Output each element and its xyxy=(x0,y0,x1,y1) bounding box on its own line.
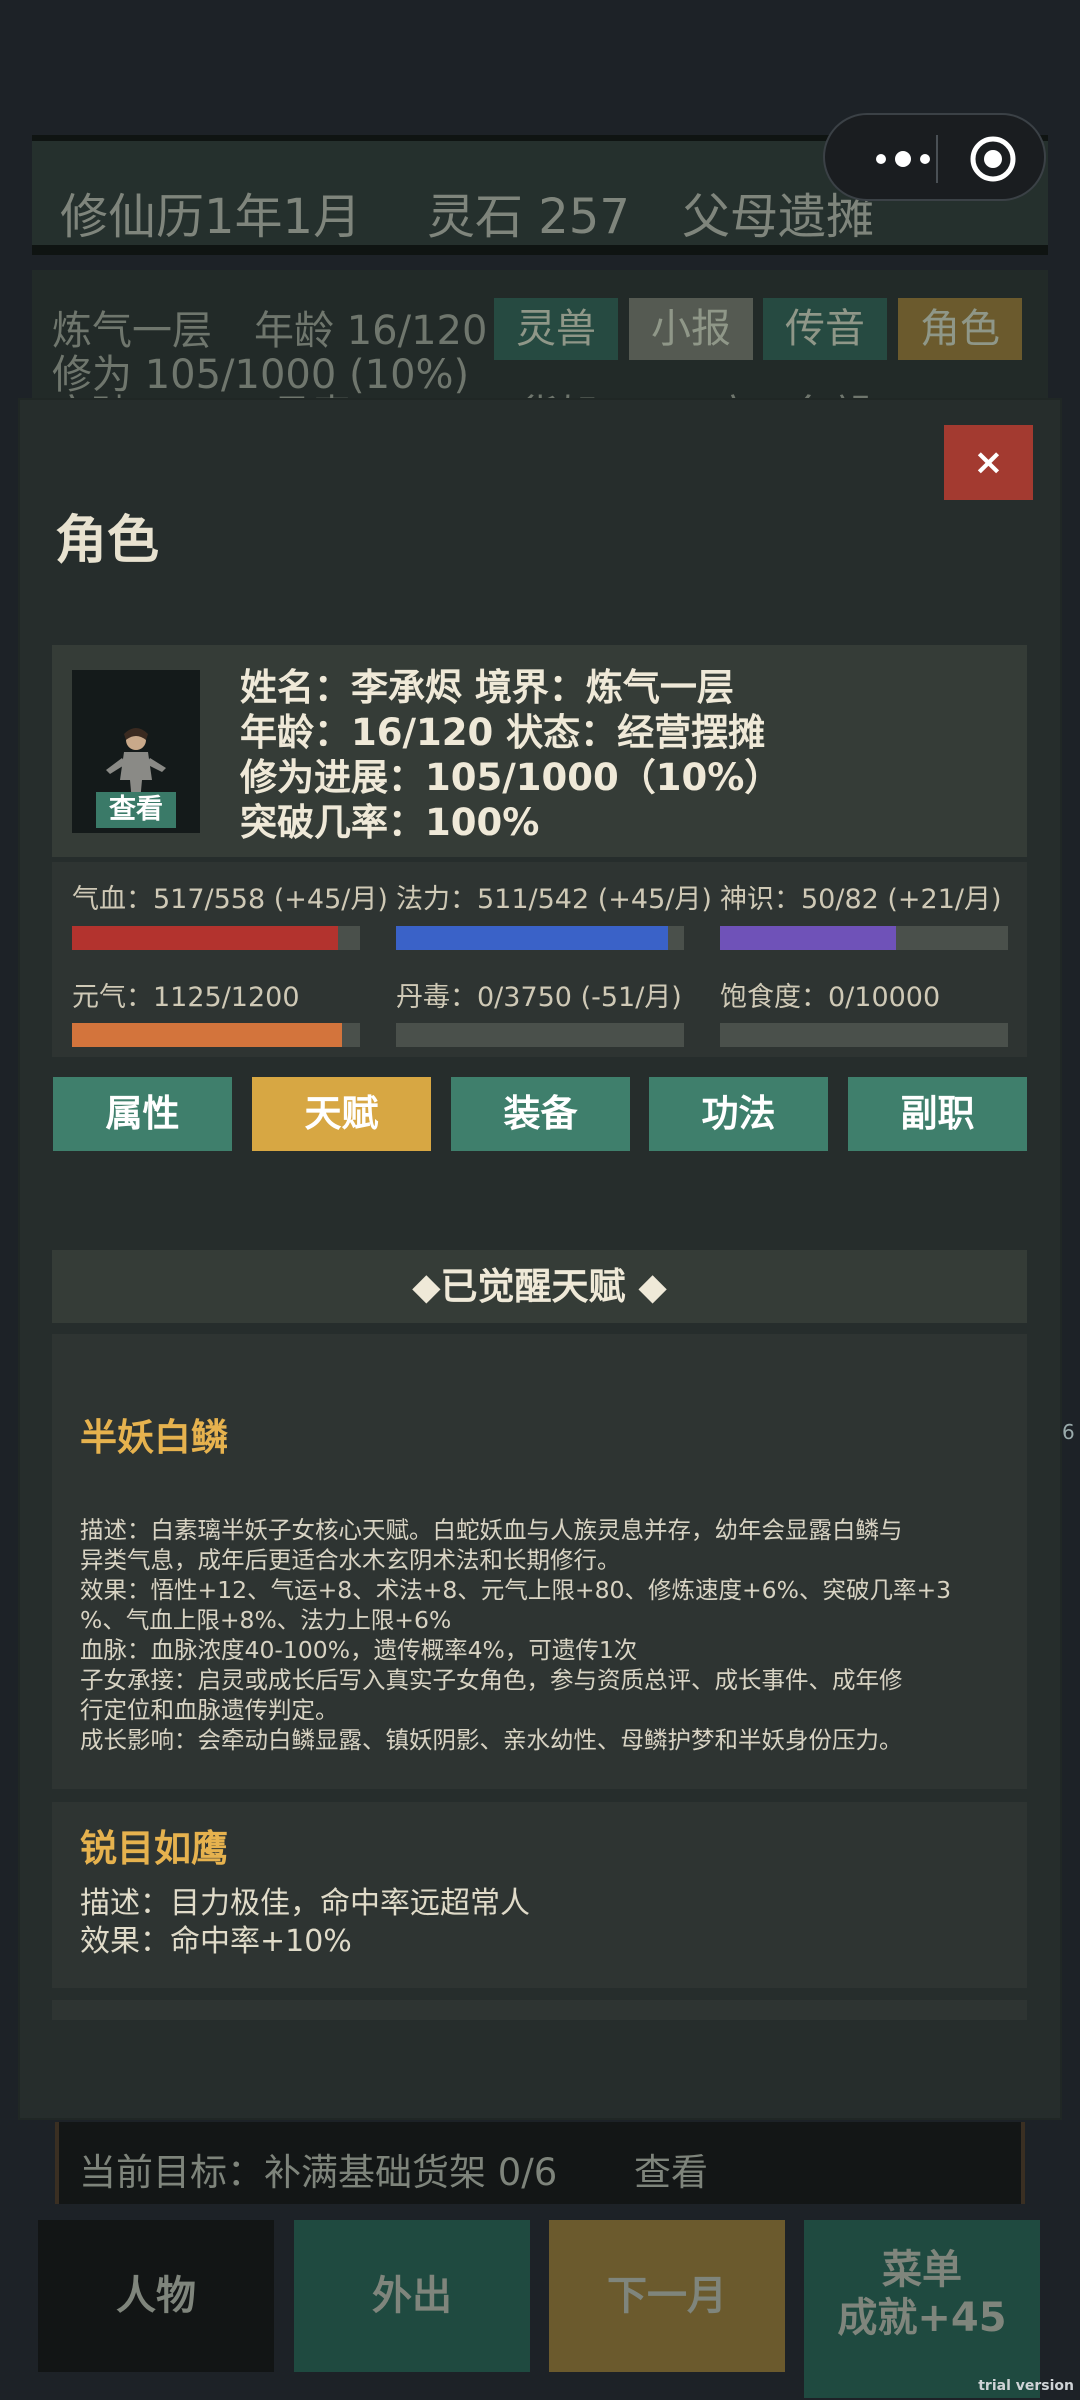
close-miniprogram-icon[interactable] xyxy=(969,135,1017,183)
nav-character-button[interactable]: 人物 xyxy=(38,2220,274,2372)
talent-description-line: 子女承接：启灵或成长后写入真实子女角色，参与资质总评、成长事件、成年修 xyxy=(80,1666,903,1694)
achievement-count: 成就+45 xyxy=(837,2295,1007,2341)
nav-label: 下一月 xyxy=(607,2273,727,2319)
stat-spirit-sense-bar-fill xyxy=(720,926,896,950)
talent-name: 锐目如鹰 xyxy=(80,1827,228,1870)
stat-mana-bar xyxy=(396,926,684,950)
talent-description-line: 效果：悟性+12、气运+8、术法+8、元气上限+80、修炼速度+6%、突破几率+… xyxy=(80,1576,952,1604)
view-portrait-button[interactable]: 查看 xyxy=(96,792,176,828)
stat-vitality-bar-fill xyxy=(72,1023,342,1047)
nav-next-month-button[interactable]: 下一月 xyxy=(549,2220,785,2372)
tag-character[interactable]: 角色 xyxy=(898,298,1022,360)
tab-techniques[interactable]: 功法 xyxy=(649,1077,828,1151)
talent-name: 半妖白鳞 xyxy=(80,1416,228,1459)
talent-description-line: 描述：白素璃半妖子女核心天赋。白蛇妖血与人族灵息并存，幼年会显露白鳞与 xyxy=(80,1516,903,1544)
tag-pet[interactable]: 灵兽 xyxy=(494,298,618,360)
stat-satiety-label: 饱食度：0/10000 xyxy=(720,982,941,1013)
spirit-stone-count: 灵石 257 xyxy=(427,189,630,245)
watermark: trial version xyxy=(978,2378,1074,2394)
edge-text: 6 xyxy=(1062,1420,1075,1444)
tab-equipment[interactable]: 装备 xyxy=(451,1077,630,1151)
tab-side-jobs[interactable]: 副职 xyxy=(848,1077,1027,1151)
stat-vitality-label: 元气：1125/1200 xyxy=(72,982,300,1013)
nav-label: 外出 xyxy=(372,2273,452,2319)
stat-pill-toxicity-bar xyxy=(396,1023,684,1047)
nav-menu-button[interactable]: 菜单 成就+45 xyxy=(804,2220,1040,2398)
stat-hp-label: 气血：517/558 (+45/月) xyxy=(72,884,388,915)
talent-description-line: 异类气息，成年后更适合水木玄阴术法和长期修行。 xyxy=(80,1546,621,1574)
talent-description-line: 成长影响：会牵动白鳞显露、镇妖阴影、亲水幼性、母鳞护梦和半妖身份压力。 xyxy=(80,1726,903,1754)
calendar-date: 修仙历1年1月 xyxy=(60,189,362,245)
talent-effect: 效果：命中率+10% xyxy=(80,1924,352,1959)
tag-news[interactable]: 小报 xyxy=(629,298,753,360)
nav-label: 人物 xyxy=(116,2273,196,2319)
miniprogram-capsule xyxy=(823,113,1046,201)
talent-description-line: 血脉：血脉浓度40-100%，遗传概率4%，可遗传1次 xyxy=(80,1636,638,1664)
stat-spirit-sense-label: 神识：50/82 (+21/月) xyxy=(720,884,1002,915)
tag-message[interactable]: 传音 xyxy=(763,298,887,360)
nav-outing-button[interactable]: 外出 xyxy=(294,2220,530,2372)
nav-label: 菜单 xyxy=(882,2247,962,2293)
stat-spirit-sense-bar xyxy=(720,926,1008,950)
stat-vitality-bar xyxy=(72,1023,360,1047)
stat-mana-bar-fill xyxy=(396,926,668,950)
tab-talents[interactable]: 天赋 xyxy=(252,1077,431,1151)
talent-description-line: 行定位和血脉遗传判定。 xyxy=(80,1696,339,1724)
goal-text: 当前目标：补满基础货架 0/6 xyxy=(79,2151,558,2194)
talent-description-line: %、气血上限+8%、法力上限+6% xyxy=(80,1606,452,1634)
stat-hp-bar xyxy=(72,926,360,950)
stat-mana-label: 法力：511/542 (+45/月) xyxy=(396,884,712,915)
stat-hp-bar-fill xyxy=(72,926,339,950)
talent-card-partial xyxy=(52,2000,1027,2020)
current-goal-bar: 当前目标：补满基础货架 0/6 查看 xyxy=(55,2122,1025,2204)
capsule-divider xyxy=(936,135,938,183)
stat-pill-toxicity-label: 丹毒：0/3750 (-51/月) xyxy=(396,982,682,1013)
stat-satiety-bar xyxy=(720,1023,1008,1047)
close-button[interactable]: × xyxy=(944,425,1033,500)
tab-attributes[interactable]: 属性 xyxy=(53,1077,232,1151)
goal-view-link[interactable]: 查看 xyxy=(634,2142,708,2196)
modal-title: 角色 xyxy=(55,511,160,571)
profile-breakthrough: 突破几率：100% xyxy=(240,801,540,844)
status-panel: 炼气一层 年龄 16/120 修为 105/1000 (10%) 突破 100%… xyxy=(32,270,1048,438)
awakened-talents-header: ◆已觉醒天赋 ◆ xyxy=(52,1250,1027,1323)
more-options-icon[interactable] xyxy=(853,137,953,181)
